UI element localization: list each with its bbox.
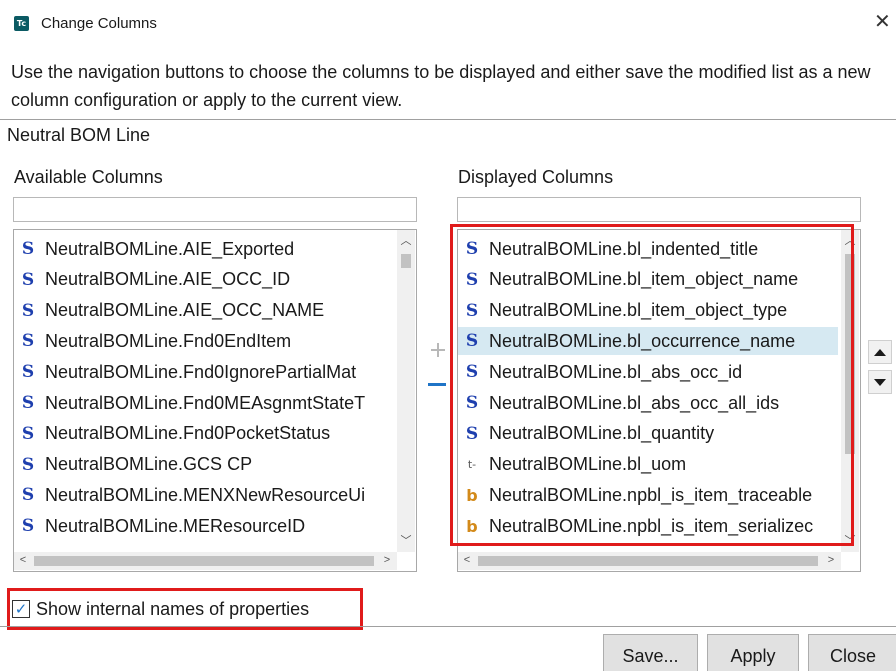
displayed-filter-input[interactable] [457,197,861,222]
apply-button[interactable]: Apply [707,634,799,671]
string-type-icon: S [21,239,35,259]
remove-column-button[interactable] [427,374,447,394]
divider [0,119,896,120]
teamcenter-app-icon: Tc [14,16,29,31]
scroll-up-arrow-icon[interactable]: ︿ [397,232,415,248]
list-item[interactable]: S NeutralBOMLine.MENXNewResourceUi [14,481,394,509]
show-internal-names-checkbox-row[interactable]: ✓ Show internal names of properties [12,597,309,621]
list-item-label: NeutralBOMLine.Fnd0EndItem [45,330,292,351]
string-type-icon: S [21,485,35,506]
list-item-label: NeutralBOMLine.AIE_OCC_ID [45,269,291,290]
available-columns-label: Available Columns [14,167,163,187]
scrollbar-thumb[interactable] [401,254,411,268]
available-horizontal-scrollbar[interactable]: < > [14,552,397,570]
show-internal-names-checkbox[interactable]: ✓ [12,600,30,618]
list-item-label: NeutralBOMLine.AIE_Exported [45,238,295,259]
string-type-icon: S [21,423,35,444]
move-down-button[interactable] [868,370,892,394]
string-type-icon: S [21,331,35,352]
window-title: Change Columns [41,15,157,32]
instructions-text: Use the navigation buttons to choose the… [11,62,871,110]
scrollbar-thumb[interactable] [34,556,374,566]
scrollbar-thumb[interactable] [478,556,818,566]
string-type-icon: S [21,393,35,413]
list-item[interactable]: S NeutralBOMLine.Fnd0PocketStatus [14,420,394,448]
displayed-columns-label: Displayed Columns [458,167,614,187]
displayed-columns-highlight [450,224,854,546]
string-type-icon: S [21,454,35,475]
list-item-label: NeutralBOMLine.Fnd0IgnorePartialMat [45,361,357,382]
list-item[interactable]: S NeutralBOMLine.Fnd0IgnorePartialMat [14,358,394,386]
available-vertical-scrollbar[interactable]: ︿ ﹀ [397,230,415,552]
show-internal-names-label: Show internal names of properties [36,598,310,619]
list-item-label: NeutralBOMLine.Fnd0PocketStatus [45,423,331,444]
list-item-label: NeutralBOMLine.MENXNewResourceUi [45,484,366,505]
scroll-right-arrow-icon[interactable]: > [822,554,840,566]
string-type-icon: S [21,516,35,537]
scroll-left-arrow-icon[interactable]: < [458,554,476,566]
close-window-icon[interactable]: ✕ [874,10,891,34]
available-filter-input[interactable] [13,197,417,222]
scroll-right-arrow-icon[interactable]: > [378,554,396,566]
available-columns-list[interactable]: S NeutralBOMLine.AIE_Exported S NeutralBOML… [13,229,417,572]
list-item-label: NeutralBOMLine.Fnd0MEAsgnmtStateT [45,392,366,413]
close-button[interactable]: Close [808,634,896,671]
scroll-left-arrow-icon[interactable]: < [14,554,32,566]
string-type-icon: S [21,300,35,321]
list-item[interactable]: S NeutralBOMLine.AIE_Exported [14,235,394,263]
list-item-label: NeutralBOMLine.GCS CP [45,454,253,475]
list-item[interactable]: S NeutralBOMLine.AIE_OCC_ID [14,266,394,294]
list-item[interactable]: S NeutralBOMLine.MEResourceID [14,512,394,540]
list-item-label: NeutralBOMLine.MEResourceID [45,515,306,536]
displayed-horizontal-scrollbar[interactable]: < > [458,552,841,570]
move-up-button[interactable] [868,340,892,364]
list-item[interactable]: S NeutralBOMLine.GCS CP [14,451,394,479]
list-item[interactable]: S NeutralBOMLine.AIE_OCC_NAME [14,297,394,325]
list-item-label: NeutralBOMLine.AIE_OCC_NAME [45,300,325,321]
up-triangle-icon [874,348,886,356]
section-label: Neutral BOM Line [7,125,151,145]
title-bar: Tc Change Columns ✕ [0,0,896,50]
divider [0,626,896,627]
string-type-icon: S [21,269,35,290]
list-item[interactable]: S NeutralBOMLine.Fnd0MEAsgnmtStateT [14,389,394,417]
down-triangle-icon [874,378,886,386]
scroll-down-arrow-icon[interactable]: ﹀ [397,532,415,548]
string-type-icon: S [21,362,35,383]
list-item[interactable]: S NeutralBOMLine.Fnd0EndItem [14,327,394,355]
add-column-button[interactable] [428,340,448,360]
save-button[interactable]: Save... [603,634,698,671]
minus-icon [428,382,446,386]
